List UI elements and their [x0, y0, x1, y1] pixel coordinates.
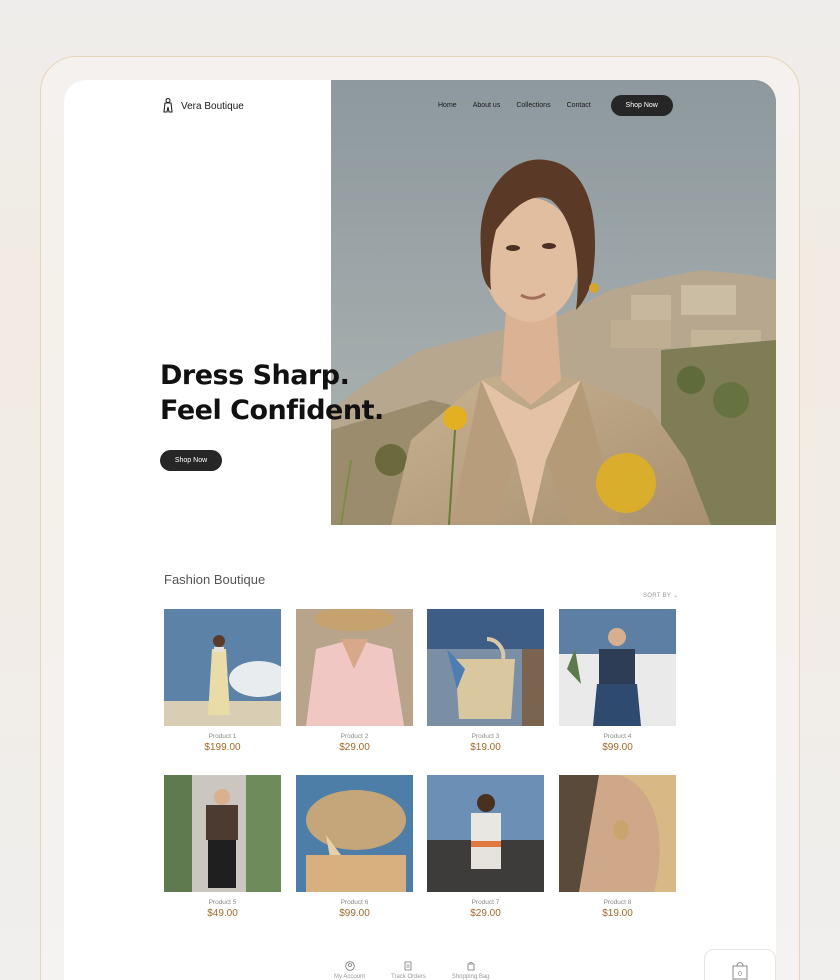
product-name: Product 3 — [471, 733, 500, 740]
product-card[interactable]: Product 7 $29.00 — [427, 775, 544, 919]
product-price: $99.00 — [602, 742, 633, 753]
product-price: $19.00 — [602, 908, 633, 919]
product-card[interactable]: Product 3 $19.00 — [427, 609, 544, 753]
product-image[interactable] — [296, 609, 413, 726]
chevron-down-icon: ⌄ — [673, 593, 679, 599]
product-image[interactable] — [296, 775, 413, 892]
product-name: Product 2 — [340, 733, 369, 740]
cart-count: 0 — [738, 971, 742, 978]
product-image[interactable] — [164, 775, 281, 892]
site-screen: Vera Boutique Home About us Collections … — [64, 80, 776, 980]
product-image[interactable] — [559, 775, 676, 892]
product-price: $29.00 — [470, 908, 501, 919]
sort-dropdown[interactable]: SORT BY ⌄ — [643, 592, 678, 599]
nav-link-home[interactable]: Home — [438, 102, 457, 109]
product-image[interactable] — [559, 609, 676, 726]
nav-shop-now-button[interactable]: Shop Now — [610, 95, 673, 116]
main-nav: Home About us Collections Contact Shop N… — [438, 95, 673, 116]
nav-link-contact[interactable]: Contact — [567, 102, 591, 109]
bottom-nav-bag[interactable]: Shopping Bag — [452, 961, 490, 980]
hero-shop-now-button[interactable]: Shop Now — [160, 450, 222, 471]
bottom-nav-label: Track Orders — [391, 974, 426, 980]
cart-button[interactable]: 0 — [704, 949, 776, 980]
bottom-nav-account[interactable]: My Account — [334, 961, 365, 980]
bottom-nav-orders[interactable]: Track Orders — [391, 961, 426, 980]
product-name: Product 4 — [603, 733, 632, 740]
brand-name: Vera Boutique — [181, 100, 244, 112]
product-card[interactable]: Product 8 $19.00 — [559, 775, 676, 919]
hero-image — [331, 80, 776, 525]
product-image[interactable] — [164, 609, 281, 726]
product-name: Product 1 — [208, 733, 237, 740]
user-icon — [344, 961, 355, 971]
product-name: Product 7 — [471, 899, 500, 906]
bag-icon — [467, 962, 475, 971]
product-price: $99.00 — [339, 908, 370, 919]
document-icon — [405, 961, 412, 971]
sort-label: SORT BY — [643, 593, 672, 599]
product-name: Product 5 — [208, 899, 237, 906]
hero-headline-line2: Feel Confident. — [160, 395, 384, 426]
product-name: Product 6 — [340, 899, 369, 906]
hero-headline: Dress Sharp. Feel Confident. — [160, 358, 440, 428]
product-price: $199.00 — [204, 742, 241, 753]
product-card[interactable]: Product 4 $99.00 — [559, 609, 676, 753]
product-price: $19.00 — [470, 742, 501, 753]
bottom-nav-label: My Account — [334, 974, 366, 980]
section-title: Fashion Boutique — [164, 572, 266, 587]
brand[interactable]: Vera Boutique — [162, 98, 244, 114]
hero-headline-line1: Dress Sharp. — [160, 360, 350, 391]
bottom-nav: My Account Track Orders Shopping Bag — [334, 961, 490, 980]
bottom-nav-label: Shopping Bag — [451, 974, 490, 980]
product-card[interactable]: Product 2 $29.00 — [296, 609, 413, 753]
product-price: $49.00 — [207, 908, 238, 919]
product-card[interactable]: Product 5 $49.00 — [164, 775, 281, 919]
product-price: $29.00 — [339, 742, 370, 753]
product-card[interactable]: Product 6 $99.00 — [296, 775, 413, 919]
nav-link-about[interactable]: About us — [473, 102, 501, 109]
product-image[interactable] — [427, 775, 544, 892]
product-card[interactable]: Product 1 $199.00 — [164, 609, 281, 753]
product-name: Product 8 — [603, 899, 632, 906]
shopping-bag-icon: 0 — [732, 962, 748, 980]
product-image[interactable] — [427, 609, 544, 726]
nav-link-collections[interactable]: Collections — [516, 102, 550, 109]
figure-logo-icon — [163, 98, 173, 113]
